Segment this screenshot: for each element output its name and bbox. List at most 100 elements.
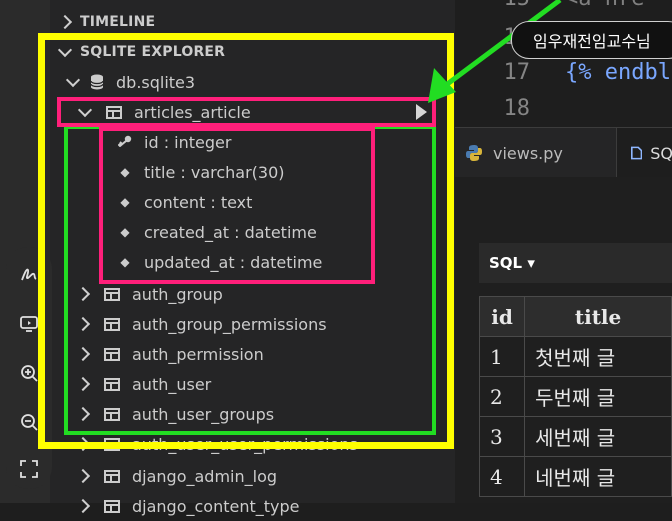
column-label: title : varchar(30) xyxy=(144,162,285,182)
line-number: 17 xyxy=(503,60,531,85)
chevron-right-icon xyxy=(75,376,91,392)
table-icon xyxy=(104,287,120,301)
chevron-down-icon xyxy=(65,72,81,88)
table-header-row: id title xyxy=(478,296,672,337)
chevron-down-icon xyxy=(57,42,73,58)
table-row[interactable]: 4 네번째 글 xyxy=(478,456,672,497)
table-item[interactable]: auth_group_permissions xyxy=(50,309,455,339)
annotation-bubble: 임우재전임교수님 xyxy=(511,21,672,59)
table-item[interactable]: auth_user_groups xyxy=(50,399,455,429)
table-item[interactable]: auth_user_user_permissions xyxy=(50,429,455,459)
table-name: auth_user_user_permissions xyxy=(132,434,358,454)
table-row[interactable]: 2 두번째 글 xyxy=(478,376,672,417)
chevron-right-icon xyxy=(75,498,91,514)
annotation-text: 임우재전임교수님 xyxy=(533,32,651,51)
sqlite-explorer-section-header[interactable]: SQLITE EXPLORER xyxy=(50,37,455,67)
zoom-out-icon[interactable] xyxy=(14,407,44,437)
table-icon xyxy=(104,407,120,421)
tab-views-py[interactable]: views.py xyxy=(465,128,563,178)
file-icon xyxy=(631,146,643,160)
table-cell: 첫번째 글 xyxy=(524,336,672,377)
table-cell: 4 xyxy=(478,456,526,497)
table-icon xyxy=(104,469,120,483)
sqlite-explorer-label: SQLITE EXPLORER xyxy=(80,44,226,60)
table-icon xyxy=(104,377,120,391)
chevron-right-icon xyxy=(75,468,91,484)
column-item[interactable]: ◆ created_at : datetime xyxy=(50,217,455,247)
table-item-articles-article[interactable]: articles_article xyxy=(50,97,455,127)
table-name: django_admin_log xyxy=(132,466,278,486)
code-editor[interactable]: 15 <a hre 16 17 {% endbl 18 views.py SQ … xyxy=(455,0,672,503)
column-item[interactable]: ◆ title : varchar(30) xyxy=(50,157,455,187)
chevron-right-icon xyxy=(75,436,91,452)
table-name: auth_group xyxy=(132,284,223,304)
table-icon xyxy=(104,499,120,513)
presenter-toolbar xyxy=(6,247,52,489)
table-icon xyxy=(104,437,120,451)
table-name: articles_article xyxy=(134,102,251,122)
table-row[interactable]: 3 세번째 글 xyxy=(478,416,672,457)
table-cell: 세번째 글 xyxy=(524,416,672,457)
chevron-right-icon xyxy=(75,346,91,362)
pen-icon[interactable] xyxy=(14,260,44,290)
timeline-section-header[interactable]: TIMELINE xyxy=(50,7,455,37)
diamond-icon: ◆ xyxy=(120,165,130,179)
column-header: id xyxy=(478,296,526,337)
table-name: django_content_type xyxy=(132,496,300,516)
sql-dropdown-label: SQL ▾ xyxy=(489,254,535,272)
table-icon xyxy=(104,317,120,331)
column-label: created_at : datetime xyxy=(144,222,317,242)
zoom-in-icon[interactable] xyxy=(14,358,44,388)
database-name: db.sqlite3 xyxy=(116,72,196,92)
column-header: title xyxy=(524,296,672,337)
table-icon xyxy=(106,105,122,119)
diamond-icon: ◆ xyxy=(120,255,130,269)
tab-label: views.py xyxy=(493,143,563,163)
sql-results-panel: SQL ▾ id title 1 첫번째 글 2 두번째 글 3 세번째 글 4… xyxy=(455,177,672,503)
chevron-right-icon xyxy=(57,14,73,30)
diamond-icon: ◆ xyxy=(120,195,130,209)
table-name: auth_user_groups xyxy=(132,404,275,424)
table-icon xyxy=(104,347,120,361)
database-icon xyxy=(90,74,104,90)
screen-share-icon[interactable] xyxy=(14,309,44,339)
table-item[interactable]: django_content_type xyxy=(50,491,455,521)
play-icon[interactable] xyxy=(416,104,427,120)
table-name: auth_permission xyxy=(132,344,264,364)
fullscreen-icon[interactable] xyxy=(14,454,44,484)
tab-label: SQ xyxy=(650,143,672,163)
column-item[interactable]: ◆ updated_at : datetime xyxy=(50,247,455,277)
sqlite-explorer-sidebar: TIMELINE SQLITE EXPLORER db.sqlite3 arti… xyxy=(50,0,455,516)
timeline-label: TIMELINE xyxy=(80,14,156,30)
tab-sql[interactable]: SQ xyxy=(616,128,672,178)
column-item[interactable]: id : integer xyxy=(50,127,455,157)
table-cell: 3 xyxy=(478,416,526,457)
chevron-right-icon xyxy=(75,406,91,422)
table-name: auth_user xyxy=(132,374,212,394)
table-row[interactable]: 1 첫번째 글 xyxy=(478,336,672,377)
column-item[interactable]: ◆ content : text xyxy=(50,187,455,217)
table-name: auth_group_permissions xyxy=(132,314,327,334)
line-number: 15 xyxy=(455,0,531,11)
column-label: id : integer xyxy=(144,132,232,152)
results-table: id title 1 첫번째 글 2 두번째 글 3 세번째 글 4 네번째 글 xyxy=(478,296,672,497)
code-line[interactable]: {% endbl xyxy=(565,60,671,85)
table-item[interactable]: django_admin_log xyxy=(50,461,455,491)
table-item[interactable]: auth_permission xyxy=(50,339,455,369)
table-cell: 네번째 글 xyxy=(524,456,672,497)
python-icon xyxy=(466,145,482,161)
table-item[interactable]: auth_user xyxy=(50,369,455,399)
sql-dropdown[interactable]: SQL ▾ xyxy=(479,243,672,283)
chevron-right-icon xyxy=(75,286,91,302)
line-number: 18 xyxy=(503,96,531,121)
database-item[interactable]: db.sqlite3 xyxy=(50,67,455,97)
table-cell: 1 xyxy=(478,336,526,377)
key-icon xyxy=(117,135,132,150)
editor-tab-bar: views.py SQ xyxy=(455,127,672,178)
table-cell: 두번째 글 xyxy=(524,376,672,417)
chevron-right-icon xyxy=(75,316,91,332)
table-item[interactable]: auth_group xyxy=(50,279,455,309)
table-cell: 2 xyxy=(478,376,526,417)
code-line[interactable]: <a hre xyxy=(565,0,644,11)
diamond-icon: ◆ xyxy=(120,225,130,239)
